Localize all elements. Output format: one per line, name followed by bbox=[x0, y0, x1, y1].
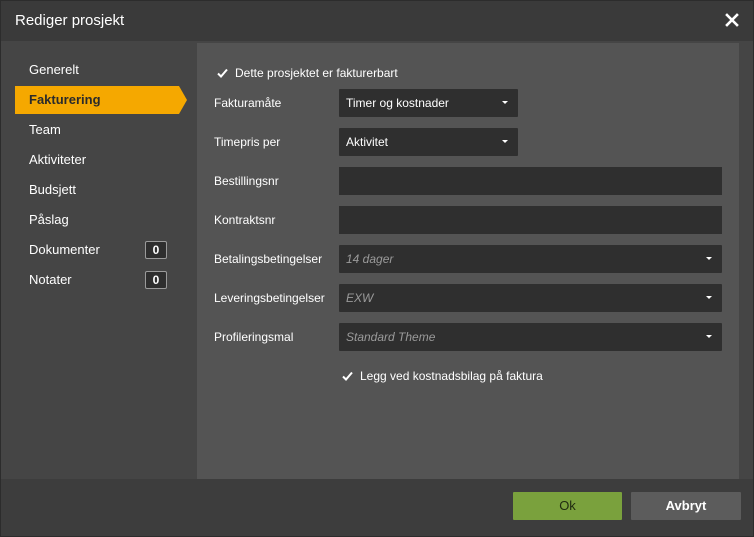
chevron-down-icon bbox=[706, 257, 712, 260]
chevron-down-icon bbox=[502, 140, 508, 143]
count-badge: 0 bbox=[145, 271, 167, 289]
order-no-label: Bestillingsnr bbox=[214, 174, 279, 188]
sidebar-item-label: Fakturering bbox=[29, 92, 101, 107]
sidebar-item-fakturering[interactable]: Fakturering bbox=[15, 86, 187, 114]
order-no-input[interactable] bbox=[339, 167, 722, 195]
sidebar-item-label: Generelt bbox=[29, 62, 79, 77]
sidebar-item-team[interactable]: Team bbox=[15, 116, 179, 144]
dialog-titlebar: Rediger prosjekt bbox=[1, 1, 753, 41]
sidebar-item-label: Dokumenter bbox=[29, 242, 100, 257]
profile-template-label: Profileringsmal bbox=[214, 330, 294, 344]
billable-label: Dette prosjektet er fakturerbart bbox=[235, 66, 398, 80]
sidebar-item-aktiviteter[interactable]: Aktiviteter bbox=[15, 146, 179, 174]
attach-receipts-checkbox[interactable]: Legg ved kostnadsbilag på faktura bbox=[341, 369, 543, 383]
contract-no-input[interactable] bbox=[339, 206, 722, 234]
billing-panel: Dette prosjektet er fakturerbart Faktura… bbox=[197, 43, 739, 479]
checkmark-icon bbox=[216, 67, 229, 80]
payment-terms-placeholder: 14 dager bbox=[346, 252, 394, 266]
count-badge: 0 bbox=[145, 241, 167, 259]
chevron-down-icon bbox=[706, 335, 712, 338]
billable-checkbox[interactable]: Dette prosjektet er fakturerbart bbox=[216, 66, 398, 80]
hourly-rate-select[interactable]: Aktivitet bbox=[339, 128, 518, 156]
sidebar-item-notater[interactable]: Notater 0 bbox=[15, 266, 179, 294]
hourly-rate-label: Timepris per bbox=[214, 135, 281, 149]
invoice-method-value: Timer og kostnader bbox=[346, 96, 449, 110]
invoice-method-label: Fakturamåte bbox=[214, 96, 282, 110]
checkmark-icon bbox=[341, 370, 354, 383]
sidebar-item-generelt[interactable]: Generelt bbox=[15, 56, 179, 84]
sidebar-item-label: Notater bbox=[29, 272, 72, 287]
contract-no-label: Kontraktsnr bbox=[214, 213, 276, 227]
payment-terms-select[interactable]: 14 dager bbox=[339, 245, 722, 273]
edit-project-dialog: Rediger prosjekt Generelt Fakturering Te… bbox=[0, 0, 754, 537]
delivery-terms-placeholder: EXW bbox=[346, 291, 374, 305]
sidebar-item-label: Påslag bbox=[29, 212, 69, 227]
attach-receipts-label: Legg ved kostnadsbilag på faktura bbox=[360, 369, 543, 383]
invoice-method-select[interactable]: Timer og kostnader bbox=[339, 89, 518, 117]
profile-template-placeholder: Standard Theme bbox=[346, 330, 436, 344]
sidebar-item-budsjett[interactable]: Budsjett bbox=[15, 176, 179, 204]
sidebar-item-dokumenter[interactable]: Dokumenter 0 bbox=[15, 236, 179, 264]
sidebar-item-label: Team bbox=[29, 122, 61, 137]
sidebar-item-paslag[interactable]: Påslag bbox=[15, 206, 179, 234]
chevron-down-icon bbox=[706, 296, 712, 299]
sidebar-item-label: Aktiviteter bbox=[29, 152, 87, 167]
dialog-body: Generelt Fakturering Team Aktiviteter Bu… bbox=[1, 41, 753, 479]
chevron-down-icon bbox=[502, 101, 508, 104]
hourly-rate-value: Aktivitet bbox=[346, 135, 389, 149]
payment-terms-label: Betalingsbetingelser bbox=[214, 252, 323, 266]
close-icon[interactable] bbox=[723, 11, 741, 29]
sidebar-item-label: Budsjett bbox=[29, 182, 76, 197]
sidebar-nav: Generelt Fakturering Team Aktiviteter Bu… bbox=[1, 41, 197, 479]
delivery-terms-label: Leveringsbetingelser bbox=[214, 291, 325, 305]
profile-template-select[interactable]: Standard Theme bbox=[339, 323, 722, 351]
ok-button[interactable]: Ok bbox=[513, 492, 622, 520]
delivery-terms-select[interactable]: EXW bbox=[339, 284, 722, 312]
dialog-title: Rediger prosjekt bbox=[15, 12, 125, 29]
dialog-footer: Ok Avbryt bbox=[1, 479, 753, 536]
cancel-button[interactable]: Avbryt bbox=[631, 492, 741, 520]
